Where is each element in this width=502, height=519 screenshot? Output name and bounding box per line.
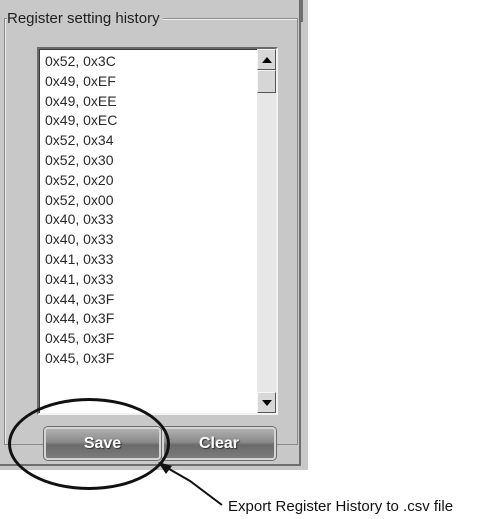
annotation-arrow	[158, 462, 223, 506]
annotation-label: Export Register History to .csv file	[228, 498, 454, 515]
arrowhead-icon	[158, 462, 172, 474]
